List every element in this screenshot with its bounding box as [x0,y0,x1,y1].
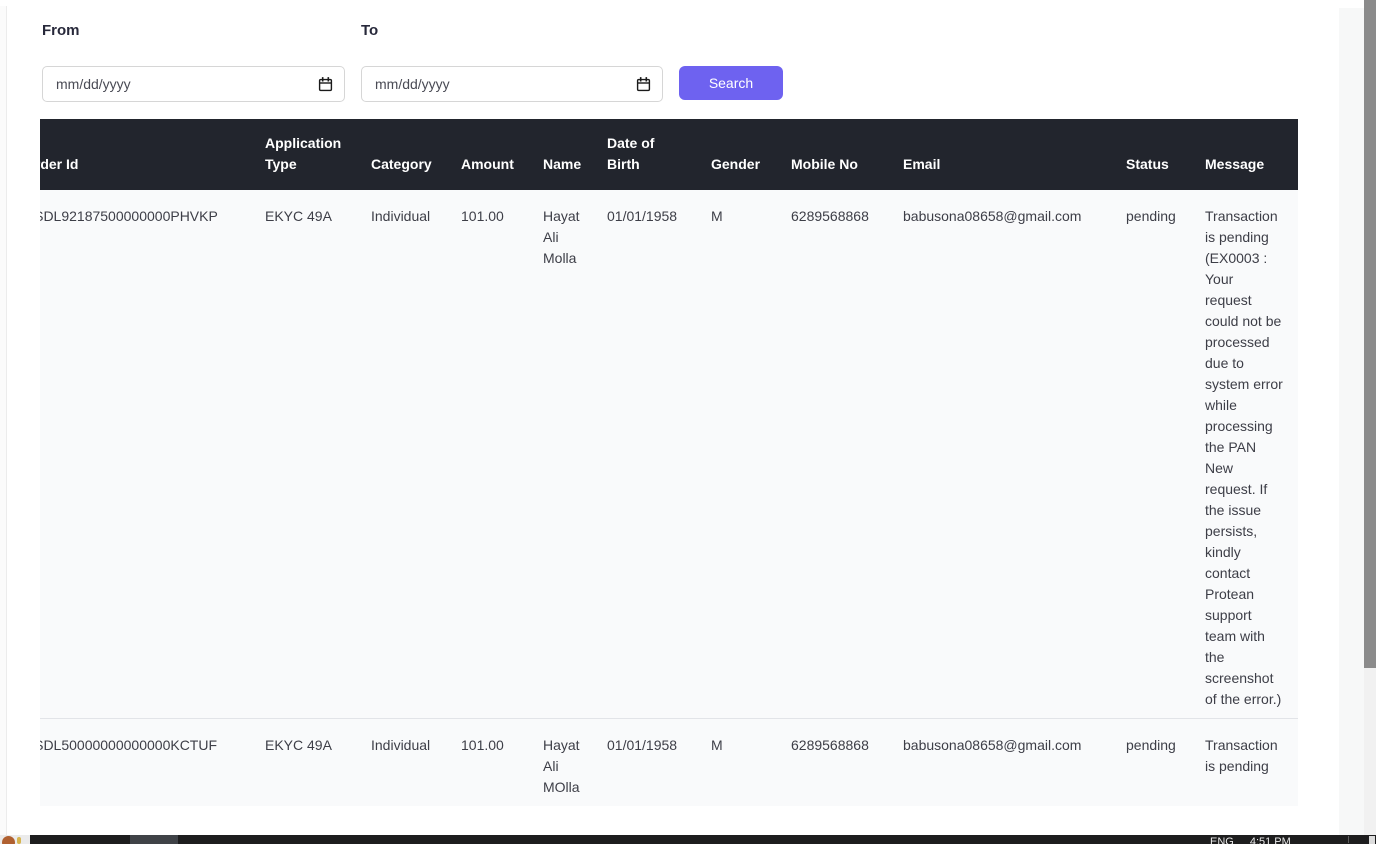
cell-gender: M [711,190,791,719]
cell-amount: 101.00 [461,719,543,807]
column-header-amount: Amount [461,119,543,190]
to-date-input[interactable] [362,76,636,92]
cell-name: Hayat Ali MOlla [543,719,607,807]
table-body: NSDL92187500000000PHVKPEKYC 49AIndividua… [40,190,1298,806]
cell-status: pending [1126,190,1205,719]
from-date-field[interactable] [42,66,345,102]
calendar-icon[interactable] [318,67,344,101]
show-desktop-button[interactable] [1369,836,1375,844]
taskbar-active-app[interactable] [130,835,178,844]
browser-logo-accent [17,837,21,844]
cell-mobile-no: 6289568868 [791,190,903,719]
calendar-icon[interactable] [636,67,662,101]
cell-mobile-no: 6289568868 [791,719,903,807]
column-header-order-id: Order Id [40,119,265,190]
column-header-application-type: Application Type [265,119,371,190]
column-header-gender: Gender [711,119,791,190]
cell-email: babusona08658@gmail.com [903,190,1126,719]
column-header-status: Status [1126,119,1205,190]
cell-date-of-birth: 01/01/1958 [607,190,711,719]
cell-date-of-birth: 01/01/1958 [607,719,711,807]
page-left-edge [0,6,7,835]
vertical-scrollbar-thumb[interactable] [1364,0,1376,668]
to-date-field[interactable] [361,66,663,102]
results-table-container[interactable]: Order IdApplication TypeCategoryAmountNa… [40,119,1298,806]
column-header-category: Category [371,119,461,190]
cell-category: Individual [371,719,461,807]
table-header-row: Order IdApplication TypeCategoryAmountNa… [40,119,1298,190]
cell-status: pending [1126,719,1205,807]
page-right-gutter [1339,8,1364,835]
taskbar-launcher-area[interactable] [0,835,30,844]
column-header-email: Email [903,119,1126,190]
table-row: NSDL92187500000000PHVKPEKYC 49AIndividua… [40,190,1298,719]
cell-name: Hayat Ali Molla [543,190,607,719]
to-label: To [361,22,378,39]
cell-category: Individual [371,190,461,719]
table-row: NSDL50000000000000KCTUFEKYC 49AIndividua… [40,719,1298,807]
from-label: From [42,22,80,39]
results-table: Order IdApplication TypeCategoryAmountNa… [40,119,1298,806]
column-header-message: Message [1205,119,1298,190]
taskbar-divider [1348,836,1349,843]
taskbar[interactable]: ENG 4:51 PM [0,835,1376,844]
language-indicator[interactable]: ENG [1210,837,1234,844]
cell-gender: M [711,719,791,807]
column-header-date-of-birth: Date of Birth [607,119,711,190]
cell-order-id: NSDL92187500000000PHVKP [40,190,265,719]
search-button[interactable]: Search [679,66,783,100]
table-header: Order IdApplication TypeCategoryAmountNa… [40,119,1298,190]
cell-message: Transaction is pending [1205,719,1298,807]
cell-application-type: EKYC 49A [265,719,371,807]
vertical-scrollbar-track[interactable] [1364,0,1376,835]
column-header-mobile-no: Mobile No [791,119,903,190]
column-header-name: Name [543,119,607,190]
cell-order-id: NSDL50000000000000KCTUF [40,719,265,807]
cell-amount: 101.00 [461,190,543,719]
taskbar-tray[interactable]: ENG 4:51 PM [1210,837,1330,844]
page: From To Search Order IdApplication TypeC… [0,0,1376,844]
browser-logo-icon[interactable] [2,836,15,844]
clock[interactable]: 4:51 PM [1250,837,1291,844]
cell-email: babusona08658@gmail.com [903,719,1126,807]
cell-application-type: EKYC 49A [265,190,371,719]
from-date-input[interactable] [43,76,318,92]
cell-message: Transaction is pending (EX0003 : Your re… [1205,190,1298,719]
